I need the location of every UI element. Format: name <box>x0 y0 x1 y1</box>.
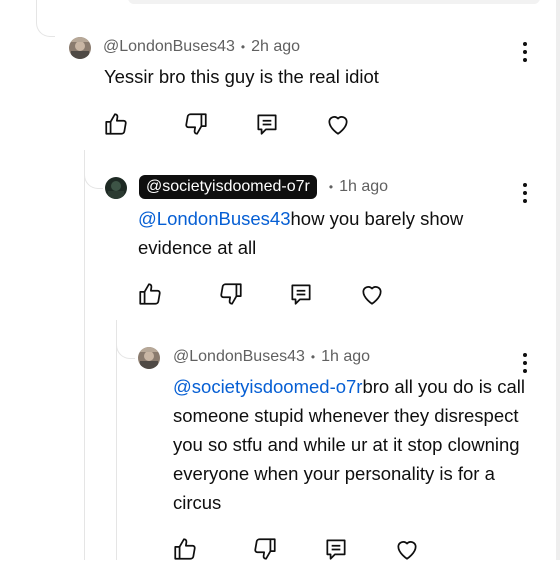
avatar[interactable] <box>69 37 91 59</box>
heart-icon[interactable] <box>394 536 420 562</box>
avatar[interactable] <box>105 177 127 199</box>
author-handle[interactable]: @LondonBuses43 <box>103 38 235 56</box>
thread-line <box>84 150 85 560</box>
comment-text: @LondonBuses43how you barely show eviden… <box>138 208 464 258</box>
reply-icon[interactable] <box>254 111 280 137</box>
more-options-icon[interactable] <box>522 183 528 203</box>
thread-connector <box>36 0 55 37</box>
comment-text: @societyisdoomed-o7rbro all you do is ca… <box>173 376 525 513</box>
thread-connector <box>84 150 103 189</box>
like-icon[interactable] <box>172 536 198 562</box>
thread-connector <box>116 320 135 359</box>
dislike-icon[interactable] <box>183 111 209 137</box>
comment-text: Yessir bro this guy is the real idiot <box>104 66 379 87</box>
timestamp[interactable]: 1h ago <box>339 178 388 196</box>
like-icon[interactable] <box>137 281 163 307</box>
more-options-icon[interactable] <box>522 353 528 373</box>
reply-icon[interactable] <box>288 281 314 307</box>
comment-meta: @societyisdoomed-o7r • 1h ago <box>139 175 388 199</box>
timestamp[interactable]: 2h ago <box>251 38 300 56</box>
more-options-icon[interactable] <box>522 42 528 62</box>
previous-comment-box <box>128 0 540 4</box>
author-handle-badge[interactable]: @societyisdoomed-o7r <box>139 175 317 199</box>
dislike-icon[interactable] <box>252 536 278 562</box>
scrollbar[interactable] <box>556 0 560 560</box>
separator: • <box>310 350 316 364</box>
heart-icon[interactable] <box>359 281 385 307</box>
separator: • <box>240 40 246 54</box>
avatar[interactable] <box>138 347 160 369</box>
timestamp[interactable]: 1h ago <box>321 348 370 366</box>
reply-icon[interactable] <box>323 536 349 562</box>
comment-meta: @LondonBuses43 • 1h ago <box>173 346 370 368</box>
author-handle[interactable]: @LondonBuses43 <box>173 348 305 366</box>
mention-link[interactable]: @LondonBuses43 <box>138 208 291 229</box>
separator: • <box>328 180 334 194</box>
mention-link[interactable]: @societyisdoomed-o7r <box>173 376 362 397</box>
dislike-icon[interactable] <box>218 281 244 307</box>
comment-meta: @LondonBuses43 • 2h ago <box>103 36 300 58</box>
heart-icon[interactable] <box>325 111 351 137</box>
thread-line <box>116 320 117 560</box>
like-icon[interactable] <box>103 111 129 137</box>
